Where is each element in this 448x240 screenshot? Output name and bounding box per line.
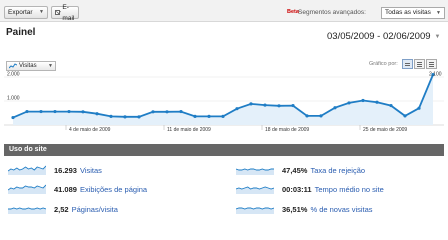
data-point[interactable] [11, 115, 15, 120]
stat-row: 47,45% Taxa de rejeição [236, 165, 365, 175]
date-range-text: 03/05/2009 - 02/06/2009 [327, 31, 431, 42]
stat-value: 16.293 [54, 165, 77, 175]
data-point[interactable] [417, 106, 421, 110]
data-point[interactable] [403, 114, 407, 118]
data-point[interactable] [389, 103, 393, 108]
data-point[interactable] [207, 114, 211, 118]
sparkline-icon [236, 207, 274, 214]
email-label: E-mail [62, 3, 75, 22]
last-value-label: 2.100 [429, 72, 442, 78]
chevron-down-icon: ▼ [436, 10, 441, 16]
stat-row: 2,52 Páginas/visita [8, 204, 118, 214]
chevron-down-icon: ▼ [39, 9, 44, 15]
view-week-button[interactable] [414, 59, 425, 69]
data-point[interactable] [305, 114, 309, 118]
x-tick-label: 18 de maio de 2009 [265, 127, 309, 133]
segments-value: Todas as visitas [385, 9, 431, 16]
x-tick-label: 4 de maio de 2009 [69, 127, 111, 133]
view-day-button[interactable] [402, 59, 413, 69]
view-month-button[interactable] [426, 59, 437, 69]
data-point[interactable] [375, 100, 379, 104]
x-tick-label: 11 de maio de 2009 [167, 127, 211, 133]
toolbar: Exportar ▼ E-mail Beta Segmentos avançad… [0, 0, 448, 22]
data-point[interactable] [151, 110, 155, 114]
stat-row: 41.089 Exibições de página [8, 184, 147, 194]
data-point[interactable] [81, 110, 85, 114]
stat-link[interactable]: Tempo médio no site [315, 185, 384, 194]
stat-link[interactable]: Exibições de página [80, 185, 147, 194]
data-point[interactable] [53, 109, 57, 114]
export-button[interactable]: Exportar ▼ [4, 6, 48, 19]
stat-row: 00:03:11 Tempo médio no site [236, 184, 384, 194]
data-point[interactable] [25, 109, 29, 114]
data-point[interactable] [235, 107, 239, 111]
data-point[interactable] [137, 115, 141, 119]
segments-label: Segmentos avançados: [298, 9, 366, 16]
chevron-down-icon: ▼ [434, 33, 441, 40]
data-point[interactable] [333, 106, 337, 110]
export-label: Exportar [8, 9, 33, 16]
page-title: Painel [6, 27, 36, 38]
visits-chart: 2.000 1.000 4 de maio de 2009 11 de maio de… [4, 72, 444, 133]
stat-link[interactable]: Visitas [80, 166, 102, 175]
sparkline-icon [236, 168, 274, 175]
email-button[interactable]: E-mail [51, 4, 79, 22]
data-point[interactable] [277, 104, 281, 108]
data-point[interactable] [361, 98, 365, 103]
sparkline-icon [8, 207, 46, 214]
graph-by-label: Gráfico por: [369, 61, 398, 67]
stat-link[interactable]: Páginas/visita [72, 205, 118, 214]
envelope-icon [55, 10, 61, 15]
sparkline-icon [8, 184, 46, 194]
data-point[interactable] [319, 114, 323, 118]
y-tick-label: 2.000 [7, 72, 20, 78]
data-point[interactable] [249, 102, 253, 106]
data-point[interactable] [67, 109, 71, 114]
stat-value: 2,52 [54, 204, 69, 214]
stat-link[interactable]: % de novas visitas [310, 205, 372, 214]
data-point[interactable] [291, 103, 295, 108]
section-header: Uso do site [4, 144, 444, 156]
stat-value: 00:03:11 [282, 184, 312, 194]
data-point[interactable] [347, 101, 351, 105]
chevron-down-icon: ▼ [48, 63, 53, 69]
stat-value: 36,51% [282, 204, 308, 214]
data-point[interactable] [95, 112, 99, 116]
stat-value: 47,45% [282, 165, 308, 175]
data-point[interactable] [165, 110, 169, 114]
data-point[interactable] [39, 109, 43, 114]
sparkline-icon [8, 165, 46, 175]
date-range-picker[interactable]: 03/05/2009 - 02/06/2009 ▼ [327, 31, 441, 42]
stat-row: 16.293 Visitas [8, 165, 102, 175]
data-point[interactable] [179, 109, 183, 114]
stat-link[interactable]: Taxa de rejeição [310, 166, 365, 175]
x-tick-label: 25 de maio de 2009 [363, 127, 407, 133]
stat-row: 36,51%% de novas visitas [236, 204, 373, 214]
y-tick-label: 1.000 [7, 96, 20, 102]
line-chart-icon [9, 63, 17, 69]
data-point[interactable] [193, 114, 197, 118]
segments-select[interactable]: Todas as visitas ▼ [381, 7, 445, 19]
data-point[interactable] [109, 114, 113, 118]
sparkline-icon [236, 186, 274, 194]
data-point[interactable] [221, 114, 225, 118]
data-point[interactable] [263, 103, 267, 107]
stat-value: 41.089 [54, 184, 77, 194]
metric-label: Visitas [19, 63, 37, 69]
data-point[interactable] [123, 115, 127, 119]
